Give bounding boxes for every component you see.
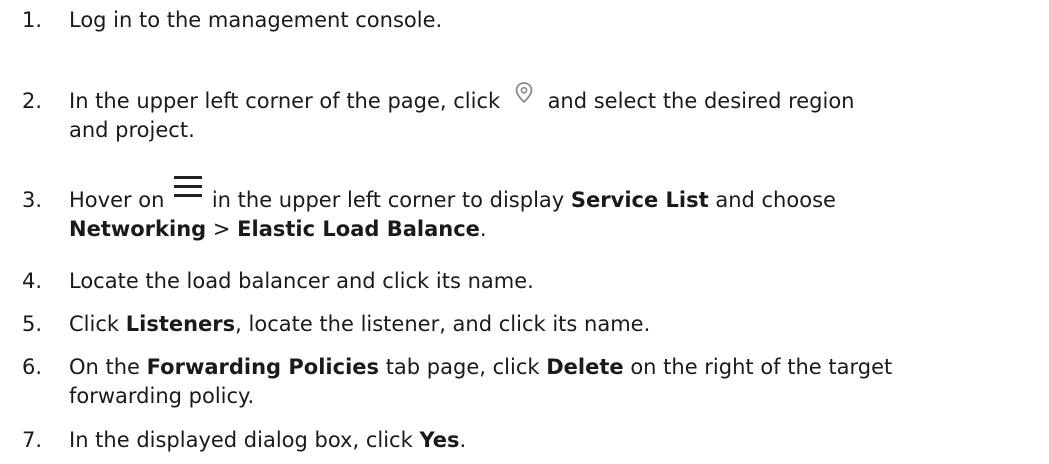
step-text: on the right of the target [630,355,893,379]
step-text: tab page, click [385,355,540,379]
step-text-end: . [459,428,467,452]
hamburger-menu-icon [171,172,205,201]
step-text: Click [69,312,120,336]
step-text: Hover on [69,188,165,212]
step-text: in the upper left corner to display [211,188,565,212]
step-number: 1. [22,8,43,32]
step-number: 4. [22,269,43,293]
step-text-continued: and project. [69,118,195,142]
ui-term-forwarding-policies: Forwarding Policies [146,355,380,379]
ui-term-service-list: Service List [570,188,709,212]
step-text: On the [69,355,140,379]
step-text: In the displayed dialog box, click [69,428,413,452]
ui-term-yes: Yes [419,428,460,452]
ui-term-listeners: Listeners [125,312,236,336]
step-text: In the upper left corner of the page, cl… [69,89,501,113]
step-text: and select the desired region [547,89,855,113]
path-separator: > [212,217,231,241]
ui-term-elastic-load-balance: Elastic Load Balance [237,217,480,241]
step-number: 7. [22,428,43,452]
location-pin-icon [507,79,541,108]
step-number: 6. [22,355,43,379]
ui-term-networking: Networking [69,217,207,241]
step-text: and choose [715,188,836,212]
step-number: 5. [22,312,43,336]
step-number: 2. [22,89,43,113]
step-text: Locate the load balancer and click its n… [69,269,534,293]
step-number: 3. [22,188,43,212]
step-text-end: . [479,217,487,241]
step-text: Log in to the management console. [69,8,443,32]
step-text: , locate the listener, and click its nam… [235,312,651,336]
step-text-continued: forwarding policy. [69,384,255,408]
ui-term-delete: Delete [546,355,624,379]
